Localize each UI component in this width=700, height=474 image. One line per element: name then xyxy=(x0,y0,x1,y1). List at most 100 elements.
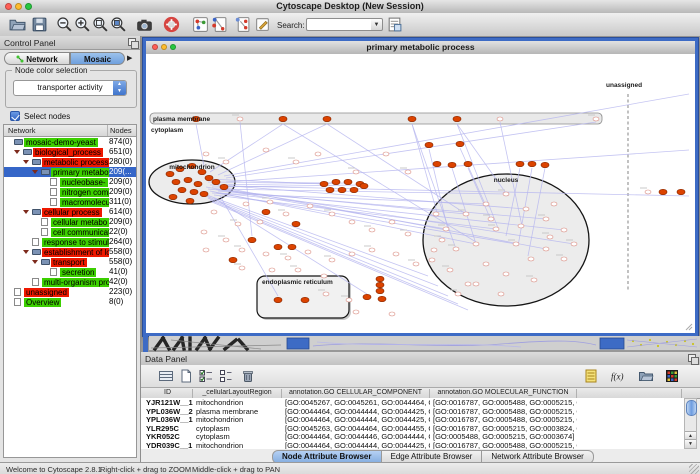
float-panel-icon[interactable] xyxy=(128,38,136,46)
help-lifesaver-icon[interactable] xyxy=(163,16,180,33)
scrollbar-thumb[interactable] xyxy=(686,400,697,416)
scroll-down-icon[interactable]: ▼ xyxy=(685,439,696,448)
tree-row[interactable]: mosaic-demo-yeast874(0) xyxy=(4,137,136,147)
expander-icon[interactable] xyxy=(14,150,20,154)
combobox-stepper-icon: ▲▼ xyxy=(113,81,126,95)
network-view-titlebar[interactable]: primary metabolic process xyxy=(146,41,695,55)
search-label: Search: xyxy=(277,21,305,30)
more-tabs-arrow-icon[interactable]: ▶ xyxy=(127,54,137,64)
tab-node-attribute-browser[interactable]: Node Attribute Browser xyxy=(272,450,382,462)
network-tree-label: secretion xyxy=(60,268,96,277)
matrix-icon[interactable] xyxy=(664,368,680,384)
node-count: 223(0) xyxy=(109,287,136,297)
folder-icon xyxy=(14,139,23,145)
table-row[interactable]: YLR295Ccytoplasm[GO:0045263, GO:0044464,… xyxy=(141,424,684,433)
status-welcome: Welcome to Cytoscape 2.8.1 xyxy=(6,465,102,474)
status-pan-hint: Middle-click + drag to PAN xyxy=(192,465,280,474)
select-attributes-icon[interactable] xyxy=(198,368,214,384)
tree-row[interactable]: macromolecule311(0) xyxy=(4,197,136,207)
annotation-page-icon[interactable] xyxy=(254,16,271,33)
tree-row[interactable]: nitrogen compo209(0) xyxy=(4,187,136,197)
resize-grip[interactable] xyxy=(689,464,699,474)
table-row[interactable]: YJR121W__1mitochondrion[GO:0045267, GO:0… xyxy=(141,398,684,407)
expander-icon[interactable] xyxy=(23,210,29,214)
zoom-in-icon[interactable] xyxy=(74,16,91,33)
search-dropdown-icon[interactable]: ▼ xyxy=(371,18,383,31)
tree-row[interactable]: multi-organism pro42(0) xyxy=(4,277,136,287)
network-tree-label: cellular metabo xyxy=(51,218,109,227)
open-file-icon[interactable] xyxy=(9,16,26,33)
folder-icon xyxy=(23,149,32,155)
zoom-fit-icon[interactable] xyxy=(92,16,109,33)
delete-attribute-trash-icon[interactable] xyxy=(240,368,256,384)
node-color-combobox[interactable]: transporter activity ▲▼ xyxy=(13,80,127,96)
file-icon xyxy=(14,298,21,306)
tab-edge-attribute-browser[interactable]: Edge Attribute Browser xyxy=(382,450,483,462)
tree-col-nodes: Nodes xyxy=(110,126,132,135)
new-attribute-icon[interactable] xyxy=(178,368,194,384)
control-panel-tabs: Network Mosaic ▶ xyxy=(4,52,137,66)
network-view-window[interactable]: primary metabolic process plasma membran… xyxy=(143,38,698,336)
attribute-table-icon[interactable] xyxy=(158,368,174,384)
tree-row[interactable]: primary metabo209(... xyxy=(4,167,136,177)
network-tree-label: establishment of lo xyxy=(42,248,113,257)
network-tree-label: nucleobase- xyxy=(60,178,108,187)
network-tree-label: cellular process xyxy=(42,208,102,217)
network-nodes-icon-1[interactable] xyxy=(192,16,209,33)
snapshot-camera-icon[interactable] xyxy=(136,16,153,33)
float-data-panel-icon[interactable] xyxy=(688,354,696,362)
expander-icon[interactable] xyxy=(23,250,29,254)
select-nodes-row: Select nodes xyxy=(10,111,70,123)
tree-row[interactable]: Overview8(0) xyxy=(4,297,136,307)
network-nodes-icon-3[interactable] xyxy=(234,16,251,33)
select-nodes-checkbox[interactable] xyxy=(10,111,20,121)
zoom-out-icon[interactable] xyxy=(56,16,73,33)
import-list-icon[interactable] xyxy=(583,368,599,384)
tree-row[interactable]: metabolic process280(0) xyxy=(4,157,136,167)
tree-row[interactable]: establishment of lo558(0) xyxy=(4,247,136,257)
zoom-selected-icon[interactable] xyxy=(110,16,127,33)
table-row[interactable]: YDR039C__1mitochondrion[GO:0044464, GO:0… xyxy=(141,441,684,450)
expander-icon[interactable] xyxy=(32,170,38,174)
function-builder-icon[interactable]: f(x) xyxy=(610,368,626,384)
expander-icon[interactable] xyxy=(23,160,29,164)
tree-row[interactable]: secretion41(0) xyxy=(4,267,136,277)
table-row[interactable]: YKR052Ccytoplasm[GO:0044464, GO:0044446,… xyxy=(141,432,684,441)
expander-icon[interactable] xyxy=(32,260,38,264)
search-index-icon[interactable] xyxy=(386,16,403,33)
column-header[interactable]: annotation.GO MOLECULAR_FUNCTION xyxy=(430,389,577,398)
network-nodes-icon-2[interactable] xyxy=(211,16,228,33)
tree-row[interactable]: biological_process651(0) xyxy=(4,147,136,157)
node-color-selection-label: Node color selection xyxy=(12,66,90,75)
network-tree-label: cell communicat xyxy=(51,228,112,237)
column-header[interactable]: ID xyxy=(143,389,193,398)
node-count: 8(0) xyxy=(109,297,136,307)
open-folder-icon[interactable] xyxy=(638,368,654,384)
unselect-attributes-icon[interactable] xyxy=(218,368,234,384)
node-count: 874(0) xyxy=(109,137,136,147)
tree-row[interactable]: nucleobase-209(0) xyxy=(4,177,136,187)
tree-row[interactable]: cellular metabo209(0) xyxy=(4,217,136,227)
data-panel-toolbar: f(x) xyxy=(141,365,700,388)
table-scrollbar[interactable]: ▲ ▼ xyxy=(684,398,697,449)
tab-mosaic[interactable]: Mosaic xyxy=(70,52,125,65)
table-row[interactable]: YPL036W__2plasma membrane[GO:0044464, GO… xyxy=(141,407,684,416)
tab-network-attribute-browser[interactable]: Network Attribute Browser xyxy=(482,450,593,462)
control-panel: Control Panel Network Mosaic ▶ Node colo… xyxy=(0,36,141,462)
network-canvas[interactable]: plasma membranecytoplasmmitochondrionnuc… xyxy=(146,54,695,333)
tree-row[interactable]: unassigned223(0) xyxy=(4,287,136,297)
node-color-selection-group: Node color selection transporter activit… xyxy=(5,70,137,108)
column-header[interactable]: _cellularLayoutRegion xyxy=(193,389,282,398)
tree-row[interactable]: response to stimulu264(0) xyxy=(4,237,136,247)
table-row[interactable]: YPL036W__1mitochondrion[GO:0044464, GO:0… xyxy=(141,415,684,424)
search-input[interactable] xyxy=(306,18,372,31)
control-panel-header: Control Panel xyxy=(0,36,140,50)
save-icon[interactable] xyxy=(31,16,48,33)
column-header[interactable] xyxy=(577,389,682,398)
tree-row[interactable]: transport558(0) xyxy=(4,257,136,267)
tab-network[interactable]: Network xyxy=(4,52,70,65)
tree-row[interactable]: cellular process614(0) xyxy=(4,207,136,217)
main-toolbar: Search: ▼ xyxy=(0,13,700,37)
tree-row[interactable]: cell communicat22(0) xyxy=(4,227,136,237)
column-header[interactable]: annotation.GO CELLULAR_COMPONENT xyxy=(282,389,430,398)
